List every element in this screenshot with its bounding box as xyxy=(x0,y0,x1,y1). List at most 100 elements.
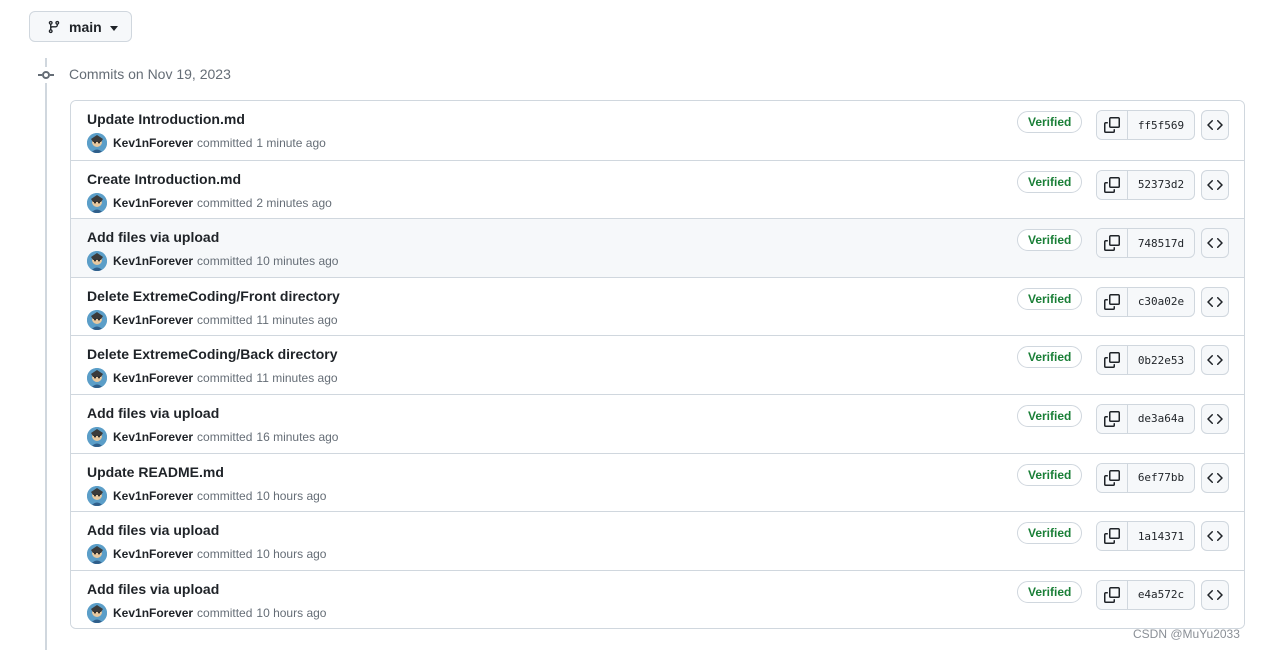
verified-badge[interactable]: Verified xyxy=(1017,229,1083,252)
commit-time: 2 minutes ago xyxy=(256,195,332,210)
verified-badge[interactable]: Verified xyxy=(1017,522,1083,545)
code-icon xyxy=(1207,117,1223,133)
commit-row: Delete ExtremeCoding/Front directory Kev1… xyxy=(71,276,1244,336)
commit-time: 11 minutes ago xyxy=(256,371,338,386)
commit-meta: Kev1nForever committed 10 minutes ago xyxy=(87,251,339,272)
copy-icon xyxy=(1104,410,1120,427)
copy-sha-button[interactable] xyxy=(1097,170,1128,199)
author-link[interactable]: Kev1nForever xyxy=(113,489,193,503)
commit-sha-link[interactable]: 1a14371 xyxy=(1128,522,1194,550)
commit-meta: Kev1nForever committed 16 minutes ago xyxy=(87,426,339,447)
commit-sha-link[interactable]: 748517d xyxy=(1128,229,1194,257)
commit-sha-link[interactable]: e4a572c xyxy=(1128,581,1194,609)
author-link[interactable]: Kev1nForever xyxy=(113,136,193,150)
commit-sha-link[interactable]: de3a64a xyxy=(1128,405,1194,433)
commit-message-link[interactable]: Create Introduction.md xyxy=(87,171,241,187)
copy-sha-button[interactable] xyxy=(1097,580,1128,609)
browse-repo-button[interactable] xyxy=(1201,345,1229,376)
browse-repo-button[interactable] xyxy=(1201,110,1229,140)
commit-sha-link[interactable]: 0b22e53 xyxy=(1128,346,1194,374)
verified-badge[interactable]: Verified xyxy=(1017,463,1083,486)
verified-badge[interactable]: Verified xyxy=(1017,111,1083,133)
browse-repo-button[interactable] xyxy=(1201,286,1229,317)
avatar[interactable] xyxy=(87,602,107,623)
avatar[interactable] xyxy=(87,309,107,330)
commit-row: Create Introduction.md Kev1nForever commit… xyxy=(71,159,1244,219)
commit-time: 10 minutes ago xyxy=(256,254,339,269)
copy-sha-button[interactable] xyxy=(1097,522,1128,551)
commit-verb: committed xyxy=(197,547,253,562)
commit-time: 10 hours ago xyxy=(256,605,327,620)
branch-select-button[interactable]: main xyxy=(29,11,132,42)
sha-button-group: de3a64a xyxy=(1096,403,1195,434)
verified-badge[interactable]: Verified xyxy=(1017,404,1083,427)
commit-row: Update Introduction.md Kev1nForever commit… xyxy=(71,101,1244,160)
commit-sha-link[interactable]: 6ef77bb xyxy=(1128,464,1194,492)
commit-sha-link[interactable]: 52373d2 xyxy=(1128,171,1194,199)
git-branch-icon xyxy=(47,20,61,34)
commit-message-link[interactable]: Add files via upload xyxy=(87,581,219,597)
commit-verb: committed xyxy=(197,371,253,386)
copy-sha-button[interactable] xyxy=(1097,287,1128,316)
avatar[interactable] xyxy=(87,133,107,153)
copy-sha-button[interactable] xyxy=(1097,346,1128,375)
commit-meta: Kev1nForever committed 10 hours ago xyxy=(87,485,326,506)
browse-repo-button[interactable] xyxy=(1201,521,1229,552)
copy-icon xyxy=(1104,176,1120,193)
browse-repo-button[interactable] xyxy=(1201,462,1229,493)
commit-row: Update README.md Kev1nForever committed 10 … xyxy=(71,452,1244,512)
commit-meta: Kev1nForever committed 11 minutes ago xyxy=(87,368,338,389)
avatar[interactable] xyxy=(87,426,107,447)
verified-badge[interactable]: Verified xyxy=(1017,287,1083,310)
code-icon xyxy=(1207,177,1223,193)
verified-badge[interactable]: Verified xyxy=(1017,346,1083,369)
author-link[interactable]: Kev1nForever xyxy=(113,371,193,385)
copy-sha-button[interactable] xyxy=(1097,404,1128,433)
copy-icon xyxy=(1104,469,1120,486)
copy-icon xyxy=(1104,586,1120,603)
author-link[interactable]: Kev1nForever xyxy=(113,313,193,327)
copy-icon xyxy=(1104,352,1120,369)
copy-sha-button[interactable] xyxy=(1097,229,1128,258)
commit-message-link[interactable]: Update README.md xyxy=(87,464,224,480)
commit-message-link[interactable]: Add files via upload xyxy=(87,522,219,538)
commit-meta: Kev1nForever committed 10 hours ago xyxy=(87,602,327,623)
code-icon xyxy=(1207,352,1223,368)
commit-message-link[interactable]: Delete ExtremeCoding/Front directory xyxy=(87,288,340,304)
verified-badge[interactable]: Verified xyxy=(1017,170,1083,193)
browse-repo-button[interactable] xyxy=(1201,228,1229,259)
commit-meta: Kev1nForever committed 11 minutes ago xyxy=(87,309,338,330)
code-icon xyxy=(1207,294,1223,310)
author-link[interactable]: Kev1nForever xyxy=(113,430,193,444)
commit-message-link[interactable]: Add files via upload xyxy=(87,229,219,245)
commit-time: 16 minutes ago xyxy=(256,429,339,444)
commit-time: 11 minutes ago xyxy=(256,312,338,327)
author-link[interactable]: Kev1nForever xyxy=(113,606,193,620)
copy-sha-button[interactable] xyxy=(1097,463,1128,492)
commit-message-link[interactable]: Update Introduction.md xyxy=(87,111,245,127)
commit-sha-link[interactable]: ff5f569 xyxy=(1128,111,1194,139)
avatar[interactable] xyxy=(87,544,107,565)
commit-list: Update Introduction.md Kev1nForever commit… xyxy=(70,100,1245,630)
commit-meta: Kev1nForever committed 10 hours ago xyxy=(87,544,326,565)
avatar[interactable] xyxy=(87,251,107,272)
copy-sha-button[interactable] xyxy=(1097,111,1128,139)
commit-message-link[interactable]: Add files via upload xyxy=(87,405,219,421)
avatar[interactable] xyxy=(87,485,107,506)
verified-badge[interactable]: Verified xyxy=(1017,580,1083,603)
browse-repo-button[interactable] xyxy=(1201,403,1229,434)
commit-message-link[interactable]: Delete ExtremeCoding/Back directory xyxy=(87,346,338,362)
copy-icon xyxy=(1104,293,1120,310)
browse-repo-button[interactable] xyxy=(1201,169,1229,200)
author-link[interactable]: Kev1nForever xyxy=(113,196,193,210)
commit-verb: committed xyxy=(197,429,253,444)
browse-repo-button[interactable] xyxy=(1201,579,1229,610)
author-link[interactable]: Kev1nForever xyxy=(113,254,193,268)
commit-verb: committed xyxy=(197,195,253,210)
commit-sha-link[interactable]: c30a02e xyxy=(1128,288,1194,316)
git-commit-icon xyxy=(38,67,54,83)
avatar[interactable] xyxy=(87,368,107,389)
avatar[interactable] xyxy=(87,192,107,213)
author-link[interactable]: Kev1nForever xyxy=(113,547,193,561)
code-icon xyxy=(1207,470,1223,486)
